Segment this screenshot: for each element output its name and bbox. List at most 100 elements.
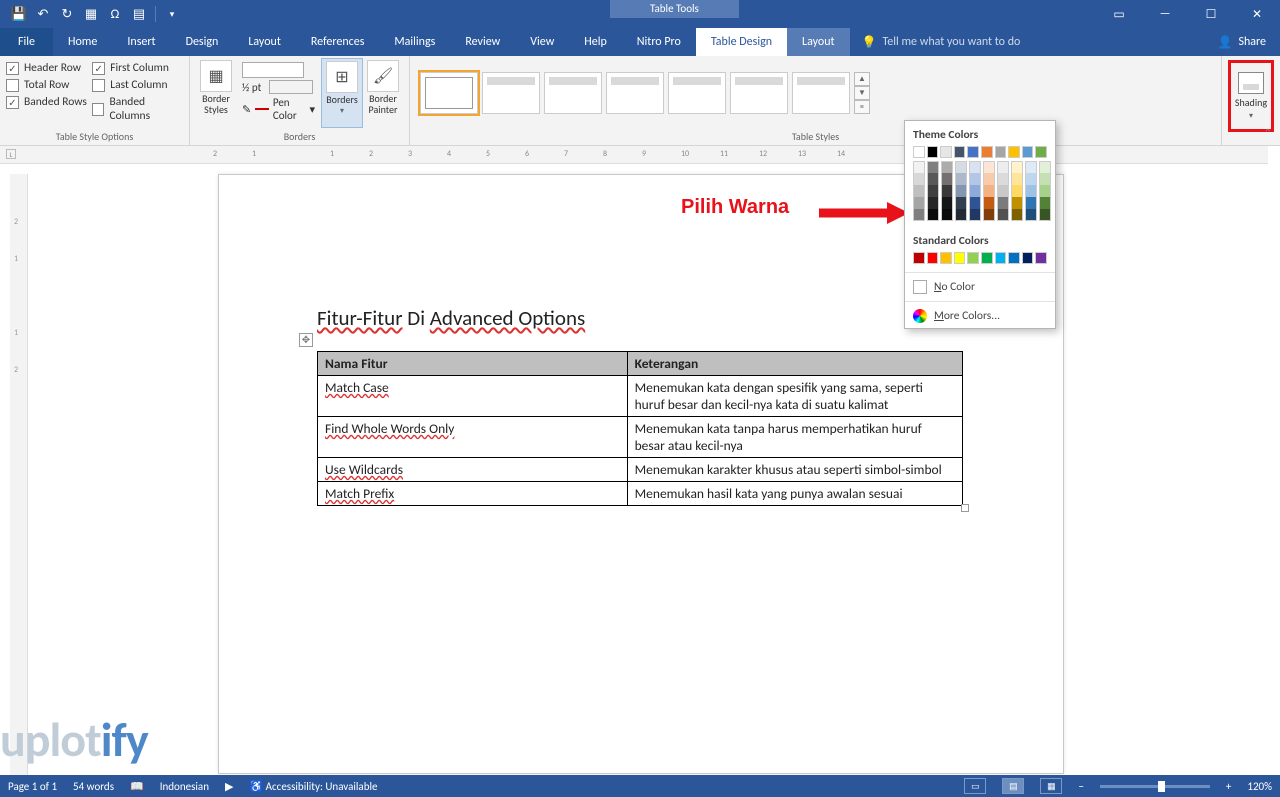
color-swatch[interactable] (1039, 173, 1051, 185)
table-row[interactable]: Use WildcardsMenemukan karakter khusus a… (318, 458, 963, 482)
page-indicator[interactable]: Page 1 of 1 (8, 780, 57, 793)
no-color-item[interactable]: No Color (905, 275, 1055, 299)
borders-button[interactable]: ⊞ Borders ▾ (321, 58, 363, 128)
undo-icon[interactable]: ↶ (32, 3, 54, 25)
tab-design[interactable]: Design (171, 28, 234, 56)
color-swatch[interactable] (1025, 173, 1037, 185)
color-swatch[interactable] (927, 185, 939, 197)
table-resize-handle[interactable] (961, 504, 969, 512)
tab-mailings[interactable]: Mailings (379, 28, 450, 56)
collapse-ribbon-icon[interactable]: ⌃ (1264, 126, 1272, 139)
checkbox-banded-columns[interactable]: Banded Columns (92, 95, 183, 123)
zoom-slider[interactable] (1100, 785, 1210, 788)
color-swatch[interactable] (954, 146, 966, 158)
document-title[interactable]: Fitur-Fitur Di Advanced Options (317, 305, 963, 331)
color-swatch[interactable] (927, 173, 939, 185)
color-swatch[interactable] (997, 185, 1009, 197)
share-button[interactable]: 👤 Share (1203, 28, 1280, 56)
print-layout-icon[interactable]: ▤ (1002, 778, 1024, 794)
table-style-thumb[interactable] (482, 72, 540, 114)
checkbox-first-column[interactable]: ✓First Column (92, 61, 183, 75)
color-swatch[interactable] (913, 185, 925, 197)
color-swatch[interactable] (955, 185, 967, 197)
border-styles-button[interactable]: ▦ Border Styles (196, 58, 236, 128)
color-swatch[interactable] (913, 146, 925, 158)
maximize-icon[interactable]: ☐ (1188, 0, 1234, 28)
color-swatch[interactable] (969, 197, 981, 209)
color-swatch[interactable] (927, 146, 939, 158)
color-swatch[interactable] (997, 173, 1009, 185)
table-header[interactable]: Keterangan (627, 352, 962, 376)
read-mode-icon[interactable]: ▭ (964, 778, 986, 794)
color-swatch[interactable] (1025, 185, 1037, 197)
redo-icon[interactable]: ↻ (56, 3, 78, 25)
color-swatch[interactable] (1022, 252, 1034, 264)
tab-view[interactable]: View (515, 28, 569, 56)
color-swatch[interactable] (913, 197, 925, 209)
tab-file[interactable]: File (0, 28, 53, 56)
table-move-handle[interactable]: ✥ (299, 333, 313, 347)
color-swatch[interactable] (955, 209, 967, 221)
color-swatch[interactable] (940, 252, 952, 264)
checkbox-banded-rows[interactable]: ✓Banded Rows (6, 95, 92, 109)
color-swatch[interactable] (995, 146, 1007, 158)
color-swatch[interactable] (1039, 209, 1051, 221)
table-header[interactable]: Nama Fitur (318, 352, 628, 376)
tab-layout[interactable]: Layout (233, 28, 296, 56)
color-swatch[interactable] (1035, 252, 1047, 264)
color-swatch[interactable] (1025, 161, 1037, 173)
tab-table-design[interactable]: Table Design (696, 28, 787, 56)
color-swatch[interactable] (927, 209, 939, 221)
tab-nitro-pro[interactable]: Nitro Pro (622, 28, 696, 56)
close-icon[interactable]: ✕ (1234, 0, 1280, 28)
color-swatch[interactable] (941, 185, 953, 197)
color-swatch[interactable] (997, 161, 1009, 173)
shading-button[interactable]: Shading ▾ (1228, 60, 1274, 132)
table-style-thumb[interactable] (420, 72, 478, 114)
save-icon[interactable]: 💾 (8, 3, 30, 25)
color-swatch[interactable] (981, 146, 993, 158)
color-swatch[interactable] (1008, 252, 1020, 264)
color-swatch[interactable] (983, 209, 995, 221)
color-swatch[interactable] (913, 173, 925, 185)
pen-color-button[interactable]: ✎Pen Color ▾ (242, 96, 315, 122)
vertical-ruler[interactable]: 2112 (10, 174, 28, 775)
color-swatch[interactable] (927, 161, 939, 173)
color-swatch[interactable] (955, 161, 967, 173)
line-style-selector[interactable] (242, 62, 304, 78)
color-swatch[interactable] (981, 252, 993, 264)
tab-help[interactable]: Help (569, 28, 622, 56)
page-icon[interactable]: ▤ (128, 3, 150, 25)
macro-icon[interactable]: ▶ (225, 780, 233, 793)
color-swatch[interactable] (955, 197, 967, 209)
color-swatch[interactable] (1008, 146, 1020, 158)
table-row[interactable]: Find Whole Words OnlyMenemukan kata tanp… (318, 417, 963, 458)
tell-me-search[interactable]: 💡 Tell me what you want to do (850, 28, 1033, 56)
qat-customize-icon[interactable]: ▾ (161, 3, 183, 25)
tab-insert[interactable]: Insert (112, 28, 170, 56)
border-painter-button[interactable]: 🖌 Border Painter (363, 58, 403, 128)
table-row[interactable]: Match PrefixMenemukan hasil kata yang pu… (318, 482, 963, 506)
color-swatch[interactable] (913, 161, 925, 173)
color-swatch[interactable] (969, 161, 981, 173)
color-swatch[interactable] (997, 209, 1009, 221)
language-indicator[interactable]: Indonesian (160, 780, 209, 793)
color-swatch[interactable] (1022, 146, 1034, 158)
spellcheck-icon[interactable]: 📖 (130, 780, 144, 793)
color-swatch[interactable] (927, 252, 939, 264)
symbol-icon[interactable]: Ω (104, 3, 126, 25)
color-swatch[interactable] (983, 173, 995, 185)
color-swatch[interactable] (983, 161, 995, 173)
color-swatch[interactable] (969, 173, 981, 185)
color-swatch[interactable] (1011, 173, 1023, 185)
color-swatch[interactable] (983, 197, 995, 209)
color-swatch[interactable] (913, 209, 925, 221)
zoom-out-icon[interactable]: − (1078, 780, 1083, 793)
color-swatch[interactable] (955, 173, 967, 185)
color-swatch[interactable] (997, 197, 1009, 209)
color-swatch[interactable] (941, 197, 953, 209)
table-style-thumb[interactable] (544, 72, 602, 114)
document-table[interactable]: Nama Fitur Keterangan Match CaseMenemuka… (317, 351, 963, 506)
checkbox-last-column[interactable]: Last Column (92, 78, 183, 92)
checkbox-header-row[interactable]: ✓Header Row (6, 61, 92, 75)
